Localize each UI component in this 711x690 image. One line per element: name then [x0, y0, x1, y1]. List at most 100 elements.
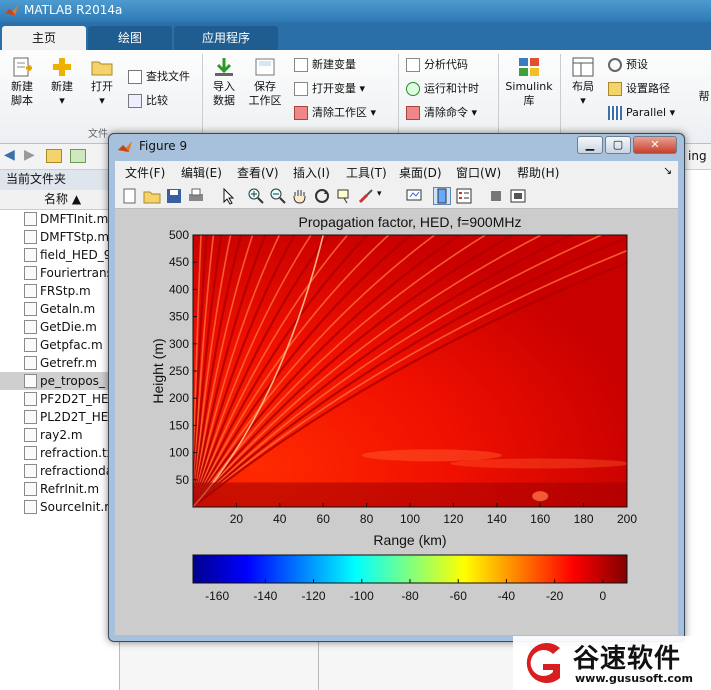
- new-label: 新建: [51, 80, 73, 93]
- simulink-icon: [519, 58, 539, 76]
- file-list-item[interactable]: GetDie.m: [0, 318, 119, 336]
- m-file-icon: [24, 284, 37, 298]
- show-plot-tools-icon[interactable]: [509, 187, 527, 205]
- zoom-in-icon[interactable]: [247, 187, 265, 205]
- close-button[interactable]: ✕: [633, 136, 677, 154]
- open-variable-button[interactable]: 打开变量 ▾: [294, 80, 365, 100]
- menu-tools[interactable]: 工具(T): [346, 164, 387, 181]
- x-tick-label: 100: [400, 512, 420, 526]
- new-button[interactable]: 新建 ▾: [44, 56, 80, 108]
- x-tick-label: 200: [617, 512, 637, 526]
- maximize-button[interactable]: ▢: [605, 136, 631, 154]
- help-button[interactable]: 帮: [694, 90, 711, 104]
- file-list-item[interactable]: field_HED_9: [0, 246, 119, 264]
- open-label: 打开: [91, 80, 113, 93]
- find-files-button[interactable]: 查找文件: [128, 68, 190, 88]
- clear-commands-label: 清除命令: [424, 106, 468, 119]
- file-list-item[interactable]: refractionda: [0, 462, 119, 480]
- parallel-button[interactable]: Parallel ▾: [608, 104, 675, 124]
- m-file-icon: [24, 266, 37, 280]
- m-file-icon: [24, 482, 37, 496]
- file-list-item[interactable]: PF2D2T_HE: [0, 390, 119, 408]
- parallel-label: Parallel: [626, 106, 667, 119]
- file-name: FRStp.m: [40, 284, 91, 298]
- colorbar-icon[interactable]: [433, 187, 451, 205]
- layout-button[interactable]: 布局 ▾: [566, 56, 600, 108]
- file-list-item[interactable]: PL2D2T_HE: [0, 408, 119, 426]
- chevron-down-icon[interactable]: ▾: [377, 189, 387, 207]
- file-list-item[interactable]: RefrInit.m: [0, 480, 119, 498]
- link-plot-icon[interactable]: [405, 187, 423, 205]
- y-tick-label: 450: [169, 255, 189, 269]
- browse-folder-icon[interactable]: [70, 149, 86, 163]
- new-figure-icon[interactable]: [121, 187, 139, 205]
- file-list-item[interactable]: pe_tropos_: [0, 372, 119, 390]
- m-file-icon: [24, 212, 37, 226]
- current-folder-title: 当前文件夹: [0, 170, 119, 190]
- menu-view[interactable]: 查看(V): [237, 164, 279, 181]
- pan-hand-icon[interactable]: [291, 187, 309, 205]
- open-button[interactable]: 打开 ▾: [84, 56, 120, 108]
- name-column-label: 名称 ▲: [44, 192, 82, 206]
- open-file-icon[interactable]: [143, 187, 161, 205]
- menu-edit[interactable]: 编辑(E): [181, 164, 222, 181]
- set-path-button[interactable]: 设置路径: [608, 80, 670, 100]
- new-variable-button[interactable]: 新建变量: [294, 56, 356, 76]
- import-data-button[interactable]: 导入 数据: [206, 56, 242, 108]
- minimize-button[interactable]: ▁: [577, 136, 603, 154]
- file-name: DMFTInit.m: [40, 212, 109, 226]
- save-workspace-button[interactable]: 保存 工作区: [244, 56, 286, 108]
- y-axis-label: Height (m): [150, 338, 166, 403]
- new-script-button[interactable]: 新建 脚本: [4, 56, 40, 108]
- menu-help[interactable]: 帮助(H): [517, 164, 559, 181]
- file-list-item[interactable]: Getrefr.m: [0, 354, 119, 372]
- y-tick-label: 150: [169, 418, 189, 432]
- pointer-icon[interactable]: [219, 187, 237, 205]
- tab-apps[interactable]: 应用程序: [174, 26, 278, 50]
- forward-arrow-icon[interactable]: ▶: [24, 147, 35, 163]
- save-icon[interactable]: [165, 187, 183, 205]
- menu-file[interactable]: 文件(F): [125, 164, 165, 181]
- up-folder-icon[interactable]: [46, 149, 62, 163]
- back-arrow-icon[interactable]: ◀: [4, 147, 15, 163]
- tab-home[interactable]: 主页: [2, 26, 86, 50]
- window-title: MATLAB R2014a: [24, 3, 123, 17]
- file-list-item[interactable]: Fouriertrans: [0, 264, 119, 282]
- menu-insert[interactable]: 插入(I): [293, 164, 330, 181]
- x-tick-label: 20: [230, 512, 244, 526]
- menu-desktop[interactable]: 桌面(D): [399, 164, 442, 181]
- print-icon[interactable]: [187, 187, 205, 205]
- zoom-out-icon[interactable]: [269, 187, 287, 205]
- tab-plots[interactable]: 绘图: [88, 26, 172, 50]
- file-list-item[interactable]: ray2.m: [0, 426, 119, 444]
- file-list-item[interactable]: SourceInit.m: [0, 498, 119, 516]
- file-list-item[interactable]: DMFTStp.m: [0, 228, 119, 246]
- clear-workspace-button[interactable]: 清除工作区 ▾: [294, 104, 376, 124]
- compare-button[interactable]: 比较: [128, 92, 168, 112]
- file-list-item[interactable]: Getaln.m: [0, 300, 119, 318]
- file-list-item[interactable]: Getpfac.m: [0, 336, 119, 354]
- analyze-code-button[interactable]: 分析代码: [406, 56, 468, 76]
- x-tick-label: 60: [317, 512, 331, 526]
- hide-plot-tools-icon[interactable]: [487, 187, 505, 205]
- chevron-down-icon: ▾: [359, 82, 366, 95]
- file-list-item[interactable]: FRStp.m: [0, 282, 119, 300]
- simulink-library-button[interactable]: Simulink 库: [502, 56, 556, 108]
- m-file-icon: [24, 230, 37, 244]
- colorbar-tick-label: -40: [498, 589, 516, 603]
- propagation-factor-chart[interactable]: Propagation factor, HED, f=900MHz 20 40 60…: [115, 209, 678, 635]
- name-column-header[interactable]: 名称 ▲: [0, 190, 119, 210]
- file-list-item[interactable]: DMFTInit.m: [0, 210, 119, 228]
- colorbar-tick-label: -120: [302, 589, 326, 603]
- run-and-time-button[interactable]: 运行和计时: [406, 80, 479, 100]
- menu-dock-arrow[interactable]: ↘: [663, 164, 672, 177]
- preferences-button[interactable]: 预设: [608, 56, 648, 76]
- clear-commands-button[interactable]: 清除命令 ▾: [406, 104, 477, 124]
- rotate-3d-icon[interactable]: [313, 187, 331, 205]
- data-cursor-icon[interactable]: [335, 187, 353, 205]
- menu-window[interactable]: 窗口(W): [456, 164, 501, 181]
- file-list-item[interactable]: refraction.tx: [0, 444, 119, 462]
- brush-icon[interactable]: [357, 187, 375, 205]
- chevron-down-icon: ▾: [669, 106, 676, 119]
- legend-icon[interactable]: [455, 187, 473, 205]
